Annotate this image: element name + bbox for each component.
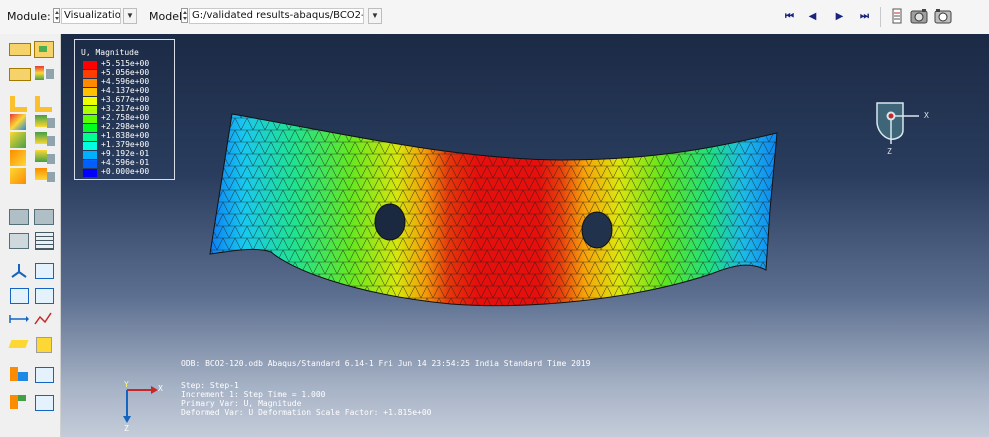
step-text: Step: Step-1: [181, 381, 239, 390]
display-body-icon[interactable]: [8, 334, 30, 354]
view-port-icon[interactable]: [33, 334, 55, 354]
last-frame-button[interactable]: ⏭: [853, 9, 875, 25]
global-axis-triad-icon: [123, 386, 158, 423]
xy-plot-icon[interactable]: [33, 285, 55, 305]
plot-undeformed-icon[interactable]: [8, 64, 31, 84]
module-dropdown-button[interactable]: ▼: [123, 8, 137, 24]
field-output-icon[interactable]: [33, 39, 55, 59]
primary-var-text: Primary Var: U, Magnitude: [181, 399, 302, 408]
table-icon[interactable]: [8, 260, 30, 280]
stream-icon[interactable]: [8, 309, 30, 329]
odb-info-text: ODB: BCO2-120.odb Abaqus/Standard 6.14-1…: [181, 359, 591, 368]
color-code-icon[interactable]: [8, 364, 30, 384]
deformed-beam-contour: [209, 113, 778, 307]
triad-y-label: Y: [124, 380, 129, 389]
symbol-plot-icon[interactable]: [8, 112, 30, 132]
previous-frame-button[interactable]: ◀: [801, 9, 823, 25]
harmonic-icon[interactable]: [33, 148, 55, 168]
xy-data-icon[interactable]: [8, 39, 31, 59]
coordinate-system-icon[interactable]: [8, 230, 30, 250]
animate-options-icon[interactable]: [33, 130, 55, 150]
animate-icon[interactable]: [8, 130, 30, 150]
query-icon[interactable]: [33, 230, 55, 250]
view-cube-z-label: Z: [887, 147, 892, 156]
path-icon[interactable]: [8, 285, 30, 305]
mesh-overlay: [210, 114, 777, 306]
camera-options-icon[interactable]: [934, 7, 952, 25]
free-body-icon[interactable]: [33, 309, 55, 329]
options-icon[interactable]: [33, 364, 55, 384]
triad-x-label: X: [158, 384, 163, 393]
context-bar: Module: Visualization ▼ Model: G:/valida…: [0, 0, 989, 35]
model-dropdown-button[interactable]: ▼: [368, 8, 382, 24]
model-select[interactable]: G:/validated results-abaqus/BCO2-120.odb: [189, 8, 364, 24]
cut-manager-icon[interactable]: [33, 166, 55, 186]
hole-right: [581, 211, 613, 249]
replace-icon[interactable]: [33, 206, 55, 226]
next-frame-button[interactable]: ▶: [828, 9, 850, 25]
time-history-icon[interactable]: [8, 148, 30, 168]
plot-contours-icon[interactable]: [33, 64, 55, 84]
module-spinner[interactable]: [53, 8, 60, 23]
toolbar-separator: [880, 7, 881, 27]
deformed-shape-icon[interactable]: [8, 94, 30, 114]
module-label: Module:: [7, 10, 51, 23]
camera-icon[interactable]: [910, 7, 928, 25]
report-icon[interactable]: [33, 260, 55, 280]
frame-selector-icon[interactable]: [888, 7, 906, 25]
model-spinner[interactable]: [181, 8, 188, 23]
triad-z-label: Z: [124, 424, 129, 433]
display-group-icon[interactable]: [8, 206, 30, 226]
toolbox: [0, 34, 61, 437]
module-select[interactable]: Visualization: [61, 8, 121, 24]
hole-left: [374, 203, 406, 241]
probe-icon[interactable]: [8, 392, 30, 412]
view-cube-icon[interactable]: [875, 98, 935, 160]
first-frame-button[interactable]: ⏮: [778, 9, 800, 25]
deformed-var-text: Deformed Var: U Deformation Scale Factor…: [181, 408, 432, 417]
view-cube-x-label: X: [924, 111, 929, 120]
contour-options-icon[interactable]: [33, 94, 55, 114]
view-cut-icon[interactable]: [8, 166, 30, 186]
layers-icon[interactable]: [33, 392, 55, 412]
graphics-viewport[interactable]: U, Magnitude +5.515e+00 +5.056e+00 +4.59…: [61, 34, 989, 437]
increment-text: Increment 1: Step Time = 1.000: [181, 390, 326, 399]
material-orientation-icon[interactable]: [33, 112, 55, 132]
